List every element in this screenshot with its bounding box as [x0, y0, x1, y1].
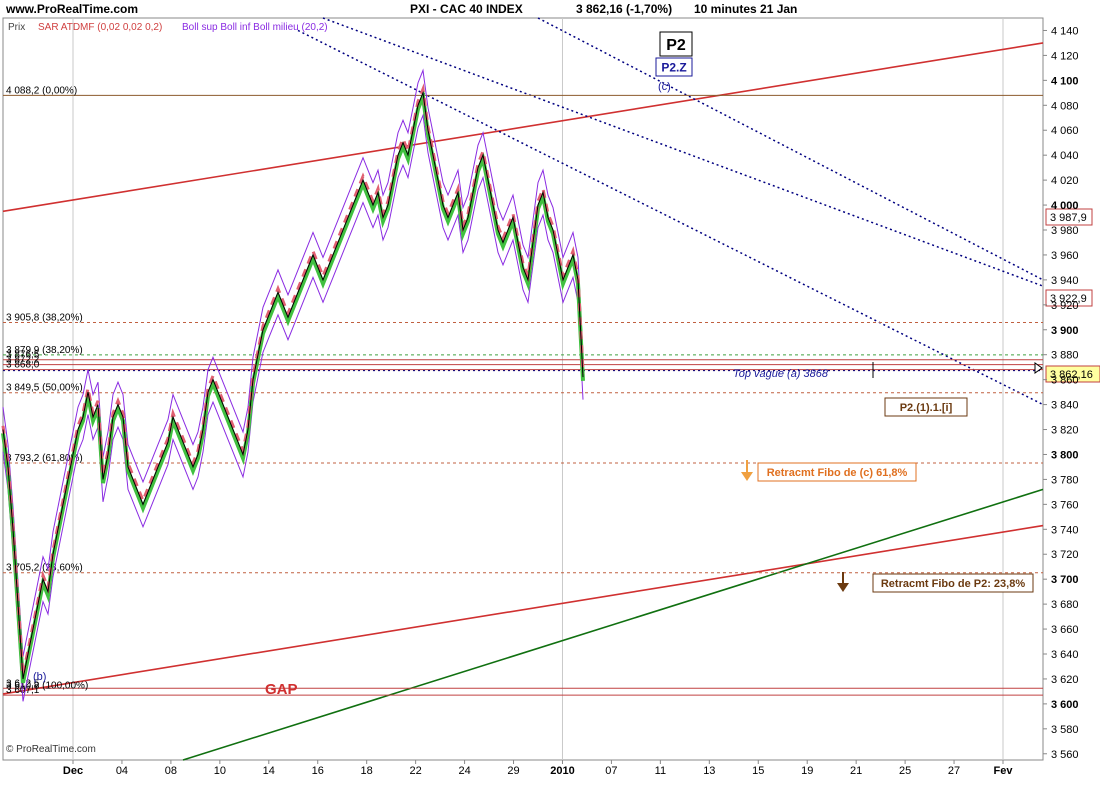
x-tick-label: 2010 — [550, 765, 574, 777]
y-tick-label: 4 100 — [1051, 75, 1079, 87]
y-tick-label: 4 060 — [1051, 125, 1079, 137]
annotation: (c) — [658, 81, 671, 93]
annotation: P2.Z — [655, 57, 693, 77]
annotation-label: Top vague (a) 3868 — [733, 368, 829, 380]
y-tick-label: 3 920 — [1051, 300, 1079, 312]
x-tick-label: 19 — [801, 765, 813, 777]
y-tick-label: 3 780 — [1051, 474, 1079, 486]
y-tick-label: 3 620 — [1051, 674, 1079, 686]
annotation: Retracmt Fibo de (c) 61,8% — [757, 462, 917, 482]
annotation-label: Retracmt Fibo de (c) 61,8% — [767, 467, 908, 479]
y-tick-label: 3 980 — [1051, 225, 1079, 237]
y-tick-label: 3 800 — [1051, 449, 1079, 461]
x-tick-label: 15 — [752, 765, 764, 777]
annotation-label: (c) — [658, 81, 671, 93]
plot-frame — [2, 17, 1044, 761]
y-tick-label: 3 900 — [1051, 325, 1079, 337]
x-tick-label: 04 — [116, 765, 128, 777]
y-tick-label: 3 940 — [1051, 275, 1079, 287]
x-tick-label: 10 — [214, 765, 226, 777]
y-tick-label: 3 600 — [1051, 699, 1079, 711]
annotation-label: P2.Z — [661, 60, 686, 74]
y-tick-label: 4 000 — [1051, 200, 1079, 212]
x-tick-label: 22 — [410, 765, 422, 777]
x-tick-label: 24 — [458, 765, 470, 777]
x-tick-label: 16 — [312, 765, 324, 777]
x-axis: Dec 04 08 10 14 16 18 22 24 29 2010 07 11 13 15 19 21 25 2… — [63, 760, 1013, 777]
annotation-label: P2.(1).1.[i] — [900, 402, 953, 414]
x-tick-label: 27 — [948, 765, 960, 777]
price-box-label: 3 987,9 — [1050, 212, 1087, 224]
y-tick-label: 3 700 — [1051, 574, 1079, 586]
x-tick-label: 14 — [263, 765, 275, 777]
x-tick-label: Dec — [63, 765, 83, 777]
y-tick-label: 3 680 — [1051, 599, 1079, 611]
annotation: P2.(1).1.[i] — [884, 397, 968, 417]
fibo-label: 3 610,8 (100,00%) — [6, 680, 88, 691]
annotation: GAP — [265, 681, 298, 698]
y-tick-label: 3 840 — [1051, 400, 1079, 412]
x-tick-label: 07 — [605, 765, 617, 777]
legend-prix: Prix — [8, 22, 25, 33]
y-tick-label: 4 040 — [1051, 150, 1079, 162]
annotation: Top vague (a) 3868 — [733, 368, 829, 380]
y-tick-label: 4 080 — [1051, 100, 1079, 112]
fibo-label: 3 905,8 (38,20%) — [6, 313, 83, 324]
fibo-label: 3 868,0 — [6, 360, 40, 371]
y-tick-label: 4 020 — [1051, 175, 1079, 187]
annotation-label: Retracmt Fibo de P2: 23,8% — [881, 578, 1025, 590]
x-tick-label: Fev — [994, 765, 1014, 777]
annotation-label: GAP — [265, 681, 298, 698]
annotation: P2 — [659, 31, 693, 57]
y-tick-label: 3 740 — [1051, 524, 1079, 536]
y-tick-label: 3 720 — [1051, 549, 1079, 561]
annotation: (b) — [33, 671, 46, 683]
x-tick-label: 18 — [361, 765, 373, 777]
y-tick-label: 4 140 — [1051, 25, 1079, 37]
y-tick-label: 3 860 — [1051, 375, 1079, 387]
y-tick-label: 3 880 — [1051, 350, 1079, 362]
y-tick-label: 3 760 — [1051, 499, 1079, 511]
x-tick-label: 13 — [703, 765, 715, 777]
y-axis: 3 560 3 580 3 600 3 620 3 640 3 660 3 680 3 700… — [1043, 25, 1079, 761]
y-tick-label: 3 560 — [1051, 749, 1079, 761]
price-chart: 4 088,2 (0,00%)3 905,8 (38,20%)3 879,9 (… — [1, 17, 1100, 777]
fibo-label: 3 849,5 (50,00%) — [6, 383, 83, 394]
x-tick-label: 11 — [655, 765, 666, 777]
y-tick-label: 4 120 — [1051, 50, 1079, 62]
x-tick-label: 08 — [165, 765, 177, 777]
x-tick-label: 21 — [850, 765, 862, 777]
annotation-label: P2 — [666, 37, 686, 54]
y-tick-label: 3 960 — [1051, 250, 1079, 262]
annotation-label: (b) — [33, 671, 46, 683]
y-tick-label: 3 640 — [1051, 649, 1079, 661]
annotation: Retracmt Fibo de P2: 23,8% — [872, 573, 1034, 593]
x-tick-label: 29 — [507, 765, 519, 777]
fibo-label: 4 088,2 (0,00%) — [6, 85, 77, 96]
y-tick-label: 3 820 — [1051, 425, 1079, 437]
y-tick-label: 3 660 — [1051, 624, 1079, 636]
y-tick-label: 3 580 — [1051, 724, 1079, 736]
legend-sar: SAR ATDMF (0,02 0,02 0,2) — [38, 22, 162, 33]
legend-boll: Boll sup Boll inf Boll milieu (20,2) — [182, 22, 328, 33]
x-tick-label: 25 — [899, 765, 911, 777]
watermark: © ProRealTime.com — [6, 744, 96, 755]
